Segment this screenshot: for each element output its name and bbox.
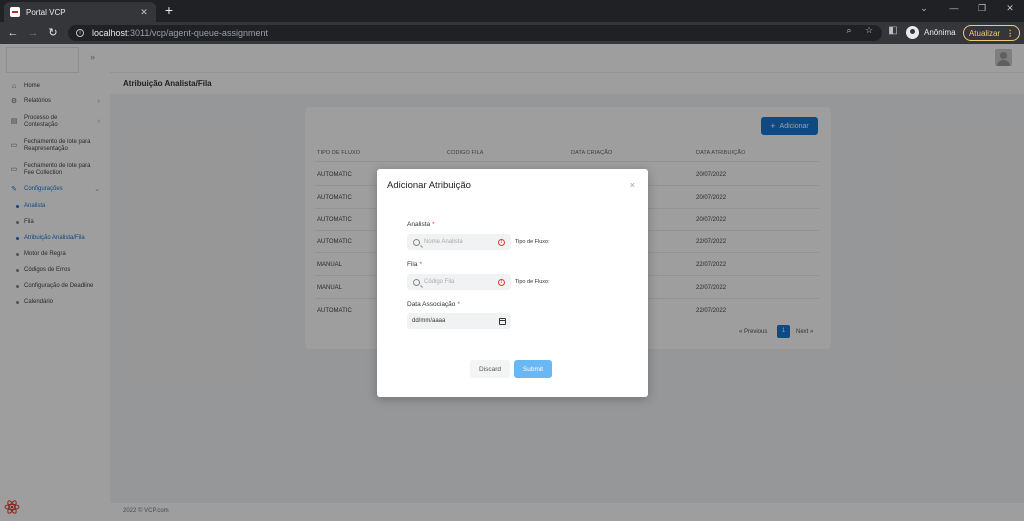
back-icon[interactable]: ← xyxy=(6,26,20,40)
close-icon[interactable]: ✕ xyxy=(138,7,150,18)
reload-icon[interactable]: ↻ xyxy=(46,26,60,40)
analista-input[interactable]: Nome Analista ! xyxy=(407,234,511,250)
star-icon[interactable]: ☆ xyxy=(863,25,875,36)
profile-label: Anônima xyxy=(924,28,956,37)
data-associacao-input[interactable]: dd/mm/aaaa xyxy=(407,313,511,329)
add-assignment-modal: Adicionar Atribuição × Analista * Nome An… xyxy=(377,169,648,397)
analista-label: Analista * xyxy=(407,221,435,228)
new-tab-icon[interactable]: + xyxy=(162,3,176,17)
submit-button[interactable]: Submit xyxy=(514,360,552,378)
chevron-down-icon[interactable]: ⌄ xyxy=(918,3,930,14)
side-panel-icon[interactable]: ◧ xyxy=(887,25,899,36)
discard-button[interactable]: Discard xyxy=(470,360,510,378)
tab-title: Portal VCP xyxy=(26,7,66,17)
browser-toolbar: ← → ↻ i localhost:3011/vcp/agent-queue-a… xyxy=(0,22,1024,44)
incognito-icon xyxy=(906,26,919,39)
more-menu-icon: ⋮ xyxy=(1006,28,1015,38)
incognito-profile[interactable]: Anônima xyxy=(906,26,956,39)
modal-title: Adicionar Atribuição xyxy=(387,180,471,191)
forward-icon[interactable]: → xyxy=(26,26,40,40)
analista-placeholder: Nome Analista xyxy=(424,239,463,245)
address-bar[interactable]: i localhost:3011/vcp/agent-queue-assignm… xyxy=(68,25,882,41)
fila-placeholder: Código Fila xyxy=(424,279,455,285)
search-icon xyxy=(413,278,420,286)
browser-tab[interactable]: Portal VCP ✕ xyxy=(4,2,156,22)
zoom-search-icon[interactable]: ⌕ xyxy=(843,25,855,36)
minimize-icon[interactable]: — xyxy=(948,3,960,13)
info-icon[interactable]: i xyxy=(76,29,84,37)
url-host: localhost xyxy=(92,28,128,38)
calendar-icon[interactable] xyxy=(499,317,506,325)
fila-label: Fila * xyxy=(407,261,423,268)
favicon-icon xyxy=(10,7,20,17)
tipo-fluxo-fila: Tipo de Fluxo: xyxy=(515,279,550,285)
browser-tab-bar: Portal VCP ✕ + ⌄ — ❐ ✕ xyxy=(0,0,1024,22)
update-button[interactable]: Atualizar ⋮ xyxy=(963,25,1020,41)
close-icon[interactable]: × xyxy=(630,180,635,190)
update-label: Atualizar xyxy=(968,28,1001,38)
tipo-fluxo-analista: Tipo de Fluxo: xyxy=(515,239,550,245)
url-path: :3011/vcp/agent-queue-assignment xyxy=(127,28,268,38)
error-icon: ! xyxy=(498,278,505,286)
restore-icon[interactable]: ❐ xyxy=(976,3,988,14)
fila-input[interactable]: Código Fila ! xyxy=(407,274,511,290)
date-value: dd/mm/aaaa xyxy=(412,318,446,324)
search-icon xyxy=(413,238,420,246)
data-associacao-label: Data Associação * xyxy=(407,301,460,308)
error-icon: ! xyxy=(498,238,505,246)
window-close-icon[interactable]: ✕ xyxy=(1004,3,1016,14)
